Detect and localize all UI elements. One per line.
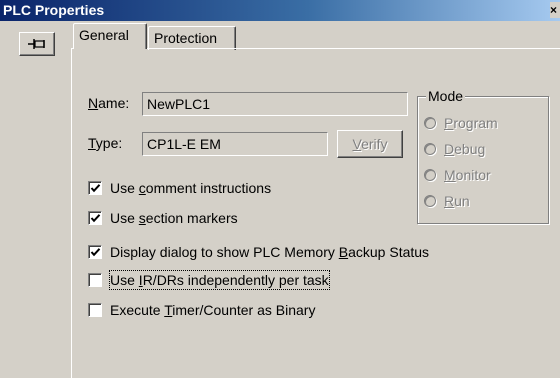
title-bar: PLC Properties × — [0, 0, 560, 21]
pin-icon — [28, 39, 45, 49]
name-field[interactable]: NewPLC1 — [142, 92, 408, 116]
checkbox-box — [88, 211, 102, 225]
type-label: Type: — [88, 135, 123, 151]
radio-icon — [424, 143, 436, 155]
checkbox-box — [88, 303, 102, 317]
close-button[interactable]: × — [550, 2, 560, 18]
tab-general[interactable]: General — [73, 23, 147, 49]
radio-icon — [424, 169, 436, 181]
checkmark-icon — [90, 184, 101, 193]
checkbox-box — [88, 273, 102, 287]
checkmark-icon — [90, 214, 101, 223]
radio-icon — [424, 117, 436, 129]
mode-legend: Mode — [426, 88, 466, 104]
checkbox-box — [88, 245, 102, 259]
pin-button[interactable] — [19, 32, 55, 56]
tab-protection[interactable]: Protection — [148, 26, 236, 50]
name-label: Name: — [88, 95, 130, 111]
verify-button[interactable]: Verify — [337, 130, 403, 158]
checkbox-box — [88, 181, 102, 195]
radio-icon — [424, 195, 436, 207]
type-field[interactable]: CP1L-E EM — [142, 132, 328, 156]
window-title: PLC Properties — [3, 2, 105, 18]
checkmark-icon — [90, 248, 101, 257]
